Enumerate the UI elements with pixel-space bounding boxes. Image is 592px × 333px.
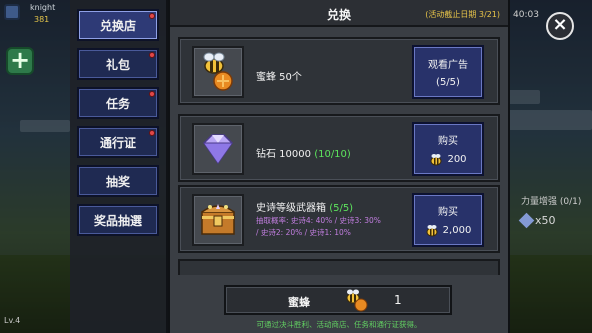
button-label: 观看广告 xyxy=(428,60,468,71)
event-deadline: (活动截止日期 3/21) xyxy=(425,10,500,19)
player-gold: 381 xyxy=(34,15,50,24)
gem-count: x50 xyxy=(535,214,556,227)
menu-item-label: 奖品抽選 xyxy=(93,213,142,228)
price: 2,000 xyxy=(425,224,472,238)
player-level: Lv.4 xyxy=(4,316,21,325)
menu-item-pass[interactable]: 通行证 xyxy=(77,126,159,158)
item-title: 史诗等级武器箱 (5/5) xyxy=(256,199,353,214)
price-value: 200 xyxy=(447,154,467,165)
buy-button[interactable]: 购买 200 xyxy=(412,122,484,176)
exchange-list[interactable]: 蜜蜂 50个 观看广告 (5/5) 钻石 10000 (10/10) 购买 20… xyxy=(178,37,500,275)
item-drop-rate-line-2: / 史诗2: 20% / 史诗1: 10% xyxy=(256,228,351,237)
bee-honey-icon xyxy=(346,289,368,312)
hud-timer: 40:03 xyxy=(513,10,539,20)
menu-item-label: 抽奖 xyxy=(105,174,130,189)
menu-item-lottery[interactable]: 抽奖 xyxy=(77,165,159,197)
item-title: 钻石 10000 (10/10) xyxy=(256,145,351,160)
item-title-text: 蜜蜂 50个 xyxy=(256,72,302,83)
diamond-icon xyxy=(203,134,233,165)
bee-honey-icon xyxy=(203,52,233,91)
menu-item-label: 礼包 xyxy=(105,57,130,72)
panel-header: 兑换 (活动截止日期 3/21) xyxy=(170,0,508,27)
price-value: 2,000 xyxy=(442,225,472,236)
add-button[interactable]: + xyxy=(6,47,34,75)
menu-item-label: 兑换店 xyxy=(99,18,136,33)
menu-item-prize-draw[interactable]: 奖品抽選 xyxy=(77,204,159,236)
menu-item-label: 任务 xyxy=(105,96,130,111)
bee-icon xyxy=(430,153,442,165)
item-drop-rate-line-1: 抽取概率: 史诗4: 40% / 史诗3: 30% xyxy=(256,216,381,225)
menu-item-exchange-shop[interactable]: 兑换店 xyxy=(77,9,159,41)
list-item: 史诗等级武器箱 (5/5) 抽取概率: 史诗4: 40% / 史诗3: 30% … xyxy=(178,185,500,253)
currency-display: 蜜蜂 1 xyxy=(224,285,452,315)
menu-item-gift-pack[interactable]: 礼包 xyxy=(77,48,159,80)
currency-hint: 可通过决斗胜利、活动商店、任务和通行证获得。 xyxy=(256,320,422,329)
buff-label: 力量增强 (0/1) xyxy=(521,197,582,207)
currency-label: 蜜蜂 xyxy=(288,296,310,309)
item-title-text: 史诗等级武器箱 xyxy=(256,203,326,214)
bee-icon xyxy=(426,224,438,236)
item-stock: (5/5) xyxy=(329,203,354,214)
price: 200 xyxy=(429,153,467,167)
player-name: knight xyxy=(30,3,56,12)
button-label: 购买 xyxy=(438,206,458,218)
menu-item-missions[interactable]: 任务 xyxy=(77,87,159,119)
item-stock: (10/10) xyxy=(314,149,351,160)
treasure-chest-icon xyxy=(201,204,235,235)
currency-count: 1 xyxy=(394,293,402,307)
list-item-partial xyxy=(178,259,500,275)
notification-dot-icon xyxy=(149,52,155,58)
watch-ad-button[interactable]: 观看广告 (5/5) xyxy=(412,45,484,99)
item-icon-frame xyxy=(192,46,244,98)
button-label: 购买 xyxy=(438,135,458,147)
item-title-text: 钻石 10000 xyxy=(256,149,311,160)
close-button[interactable]: × xyxy=(546,12,574,40)
close-icon: × xyxy=(552,14,568,35)
menu-item-label: 通行证 xyxy=(99,135,136,150)
exchange-panel: 兑换 (活动截止日期 3/21) 蜜蜂 50个 观看广告 (5/5) 钻石 10… xyxy=(168,0,510,333)
side-menu: 兑换店 礼包 任务 通行证 抽奖 奖品抽選 xyxy=(70,0,168,333)
notification-dot-icon xyxy=(149,91,155,97)
item-icon-frame xyxy=(192,194,244,246)
button-counter: (5/5) xyxy=(436,77,460,88)
item-icon-frame xyxy=(192,123,244,175)
list-item: 钻石 10000 (10/10) 购买 200 xyxy=(178,114,500,182)
buy-button[interactable]: 购买 2,000 xyxy=(412,193,484,247)
list-item: 蜜蜂 50个 观看广告 (5/5) xyxy=(178,37,500,105)
notification-dot-icon xyxy=(149,130,155,136)
notification-dot-icon xyxy=(149,13,155,19)
player-shield-icon xyxy=(4,4,20,20)
item-title: 蜜蜂 50个 xyxy=(256,68,302,83)
